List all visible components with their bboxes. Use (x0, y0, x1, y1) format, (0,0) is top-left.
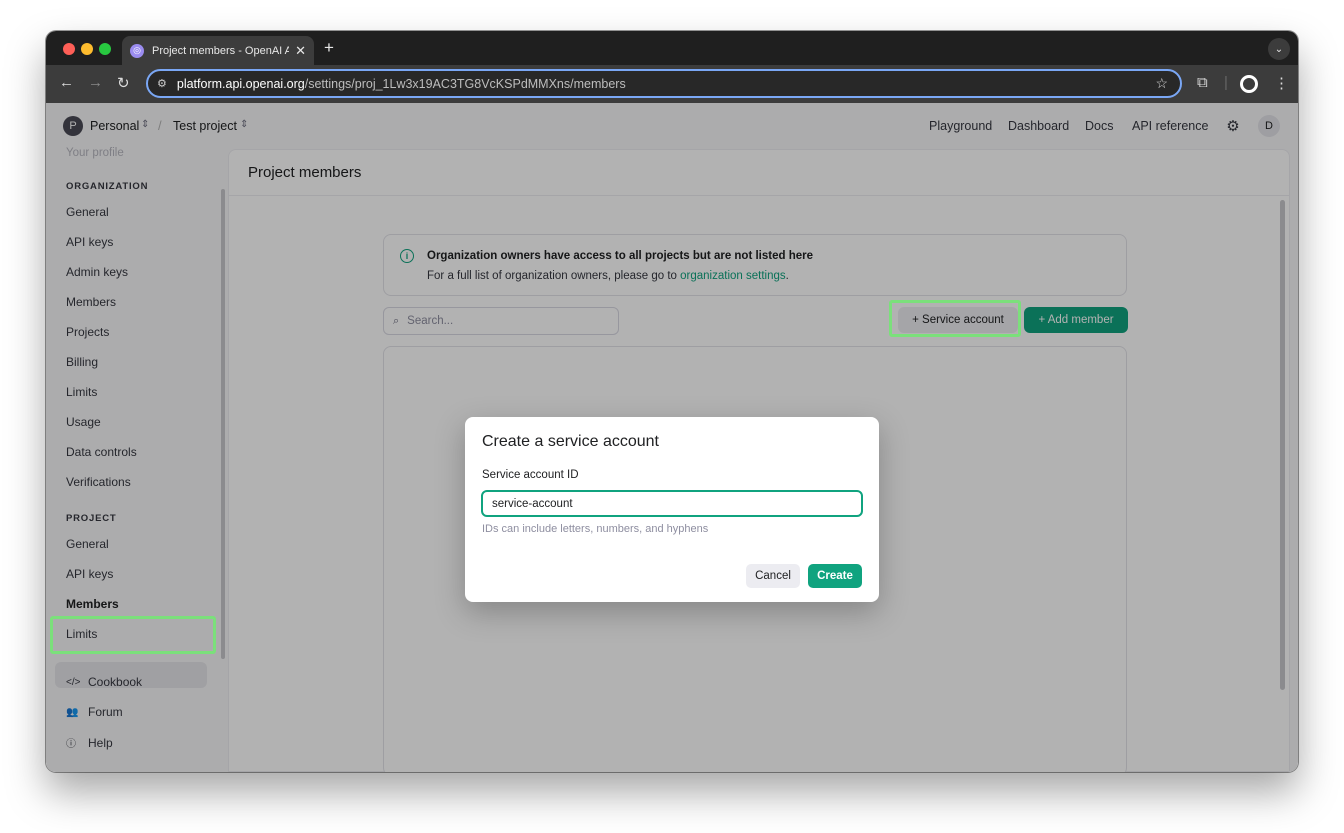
minimize-window-button[interactable] (81, 43, 93, 55)
reload-icon[interactable]: ↻ (117, 74, 130, 92)
create-service-account-dialog: Create a service account Service account… (465, 417, 879, 602)
forward-arrow-icon[interactable]: → (88, 74, 103, 91)
cancel-button[interactable]: Cancel (746, 564, 800, 588)
service-account-id-label: Service account ID (482, 469, 579, 481)
address-bar[interactable]: ⚙ platform.api.openai.org/settings/proj_… (146, 69, 1182, 98)
openai-icon: ◎ (130, 43, 144, 58)
site-settings-icon[interactable]: ⚙ (157, 77, 167, 90)
toolbar-divider: | (1224, 74, 1228, 91)
tab-search-chevron-icon[interactable]: ⌄ (1268, 38, 1290, 60)
browser-menu-icon[interactable]: ⋮ (1274, 74, 1289, 92)
browser-tab-bar: ◎ Project members - OpenAI AP ✕ + ⌄ (46, 31, 1298, 65)
close-window-button[interactable] (63, 43, 75, 55)
tab-title: Project members - OpenAI AP (152, 44, 290, 57)
browser-toolbar: ← → ↻ ⚙ platform.api.openai.org/settings… (46, 65, 1298, 103)
service-account-id-input[interactable] (481, 490, 863, 517)
profile-icon[interactable] (1240, 75, 1258, 93)
extensions-icon[interactable]: ⧉ (1197, 74, 1208, 91)
maximize-window-button[interactable] (99, 43, 111, 55)
create-button[interactable]: Create (808, 564, 862, 588)
highlight-members-item (50, 616, 216, 654)
app-content: P Personal ⇕ / Test project ⇕ Playground… (46, 103, 1298, 772)
url-text[interactable]: platform.api.openai.org/settings/proj_1L… (177, 77, 1156, 91)
browser-window: ◎ Project members - OpenAI AP ✕ + ⌄ ← → … (46, 31, 1298, 772)
back-arrow-icon[interactable]: ← (59, 74, 74, 91)
bookmark-star-icon[interactable]: ☆ (1155, 75, 1168, 92)
service-account-id-hint: IDs can include letters, numbers, and hy… (482, 523, 709, 535)
close-tab-icon[interactable]: ✕ (295, 43, 306, 59)
new-tab-button[interactable]: + (324, 38, 334, 58)
browser-tab[interactable]: ◎ Project members - OpenAI AP ✕ (122, 36, 314, 65)
dialog-title: Create a service account (482, 433, 659, 450)
highlight-service-account-button (889, 300, 1021, 337)
